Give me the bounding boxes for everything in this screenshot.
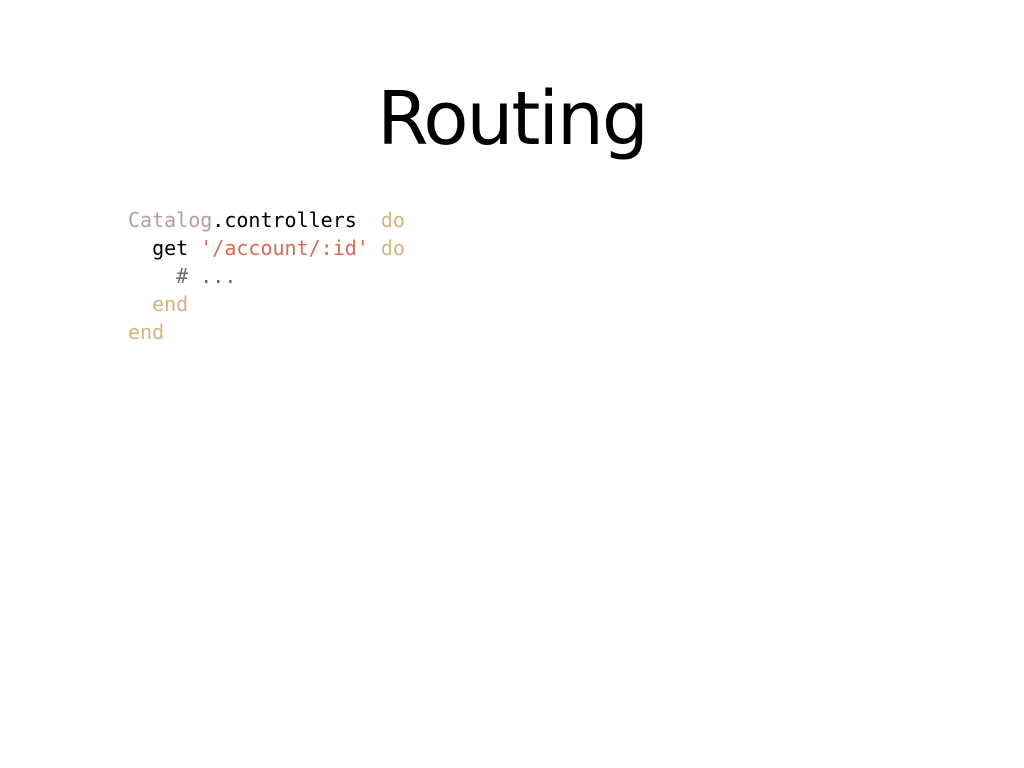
code-token: end — [152, 292, 189, 316]
code-token: '/account/:id' — [200, 236, 369, 260]
code-line-5: end — [128, 318, 405, 346]
code-token: do — [380, 236, 405, 260]
code-line-1: Catalog.controllers do — [128, 206, 405, 234]
code-line-3: # ... — [128, 262, 405, 290]
code-token: end — [128, 320, 165, 344]
code-block: Catalog.controllers do get '/account/:id… — [128, 206, 405, 346]
code-token: Catalog — [128, 208, 213, 232]
code-line-2: get '/account/:id' do — [128, 234, 405, 262]
code-line-4: end — [128, 290, 405, 318]
slide: Routing Catalog.controllers do get '/acc… — [0, 0, 1024, 768]
code-token: get — [128, 236, 201, 260]
code-token: .controllers — [212, 208, 381, 232]
code-token: do — [380, 208, 405, 232]
slide-title: Routing — [377, 76, 649, 162]
code-token: # ... — [128, 264, 237, 288]
